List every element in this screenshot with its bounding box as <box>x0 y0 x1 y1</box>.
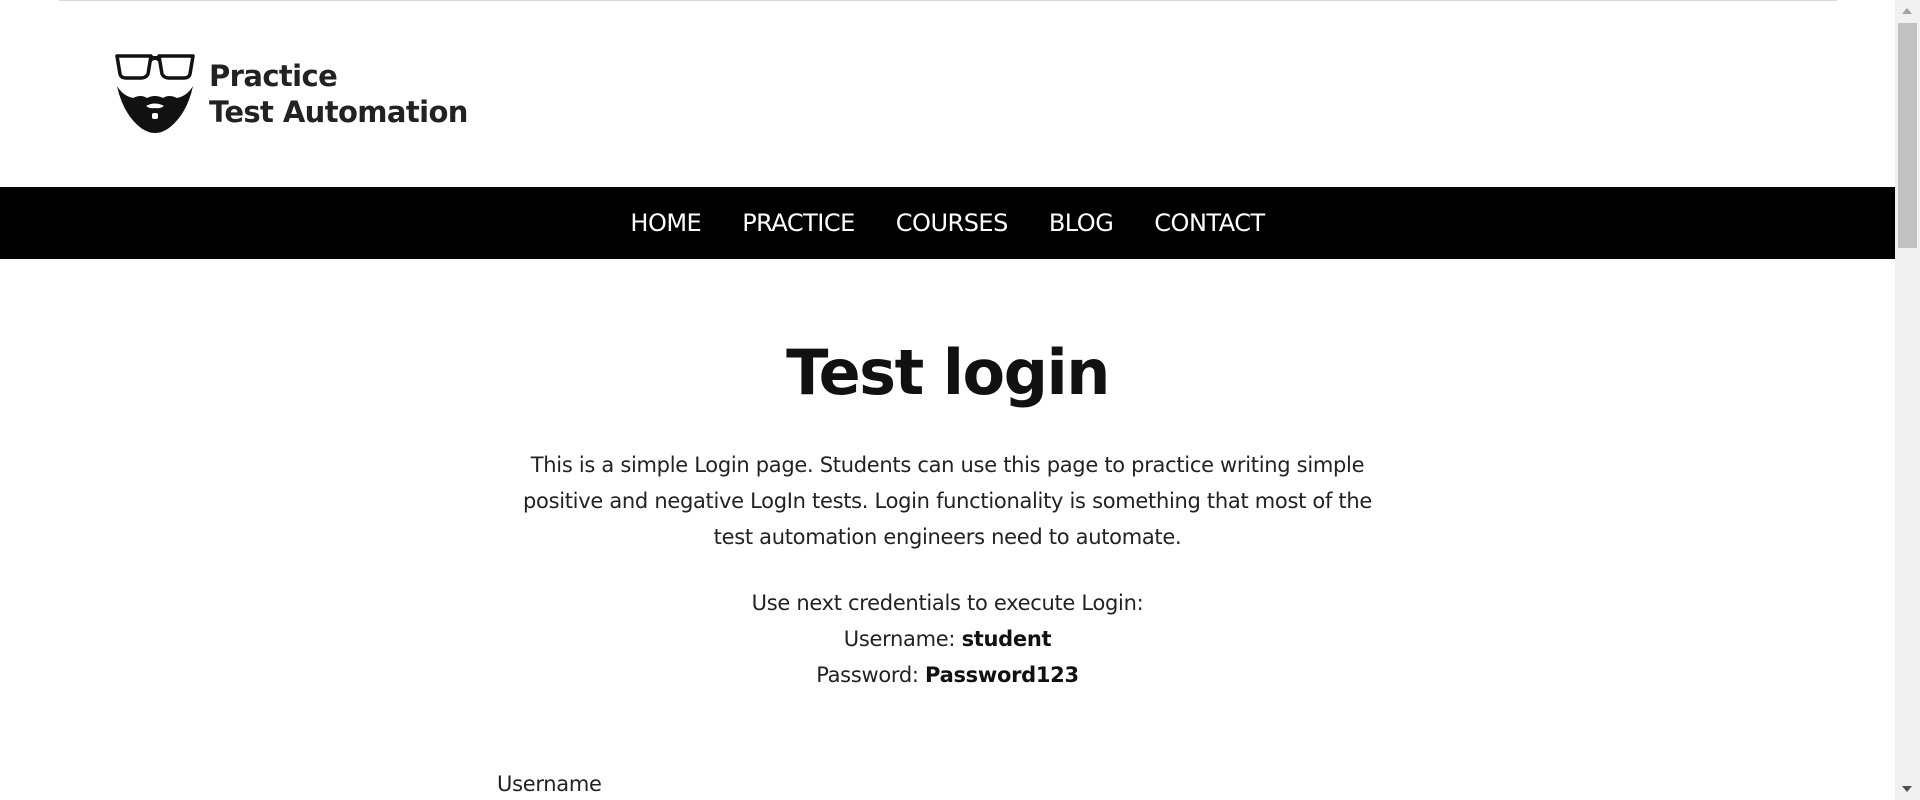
nav-item-courses: COURSES <box>896 209 1009 237</box>
username-credential: Username: student <box>500 621 1395 657</box>
username-field-label: Username <box>497 772 602 796</box>
nav-link-home[interactable]: HOME <box>630 209 701 237</box>
intro-text: This is a simple Login page. Students ca… <box>522 453 1372 549</box>
nav-item-practice: PRACTICE <box>742 209 855 237</box>
browser-viewport: Practice Test Automation HOME PRACTICE C… <box>0 0 1920 800</box>
username-credential-label: Username: <box>843 627 956 651</box>
header-top-border <box>59 0 1837 1</box>
nav-link-courses[interactable]: COURSES <box>896 209 1009 237</box>
site-logo-link[interactable]: Practice Test Automation <box>115 52 468 136</box>
glasses-beard-icon <box>115 54 195 133</box>
logo-line-practice: Practice <box>209 59 338 93</box>
nav-item-blog: BLOG <box>1049 209 1114 237</box>
nav-link-practice[interactable]: PRACTICE <box>742 209 855 237</box>
nav-list: HOME PRACTICE COURSES BLOG CONTACT <box>0 187 1895 259</box>
nav-link-contact[interactable]: CONTACT <box>1154 209 1265 237</box>
page-title: Test login <box>786 336 1110 409</box>
logo-text: Practice Test Automation <box>209 58 468 130</box>
vertical-scrollbar[interactable] <box>1895 0 1920 800</box>
credentials-block: Use next credentials to execute Login: U… <box>500 585 1395 693</box>
scrollbar-thumb[interactable] <box>1898 23 1917 248</box>
nav-link-blog[interactable]: BLOG <box>1049 209 1114 237</box>
page: Practice Test Automation HOME PRACTICE C… <box>0 0 1895 800</box>
logo-line-test-automation: Test Automation <box>209 95 468 129</box>
nav-item-home: HOME <box>630 209 701 237</box>
password-credential-value: Password123 <box>925 663 1079 687</box>
password-credential-label: Password: <box>816 663 919 687</box>
credentials-intro: Use next credentials to execute Login: <box>751 591 1144 615</box>
login-content: Test login This is a simple Login page. … <box>500 259 1395 693</box>
scroll-up-arrow-icon[interactable] <box>1902 8 1912 14</box>
main-navigation: HOME PRACTICE COURSES BLOG CONTACT <box>0 187 1895 259</box>
scroll-down-arrow-icon[interactable] <box>1902 786 1912 792</box>
password-credential: Password: Password123 <box>500 657 1395 693</box>
nav-item-contact: CONTACT <box>1154 209 1265 237</box>
username-credential-value: student <box>961 627 1052 651</box>
